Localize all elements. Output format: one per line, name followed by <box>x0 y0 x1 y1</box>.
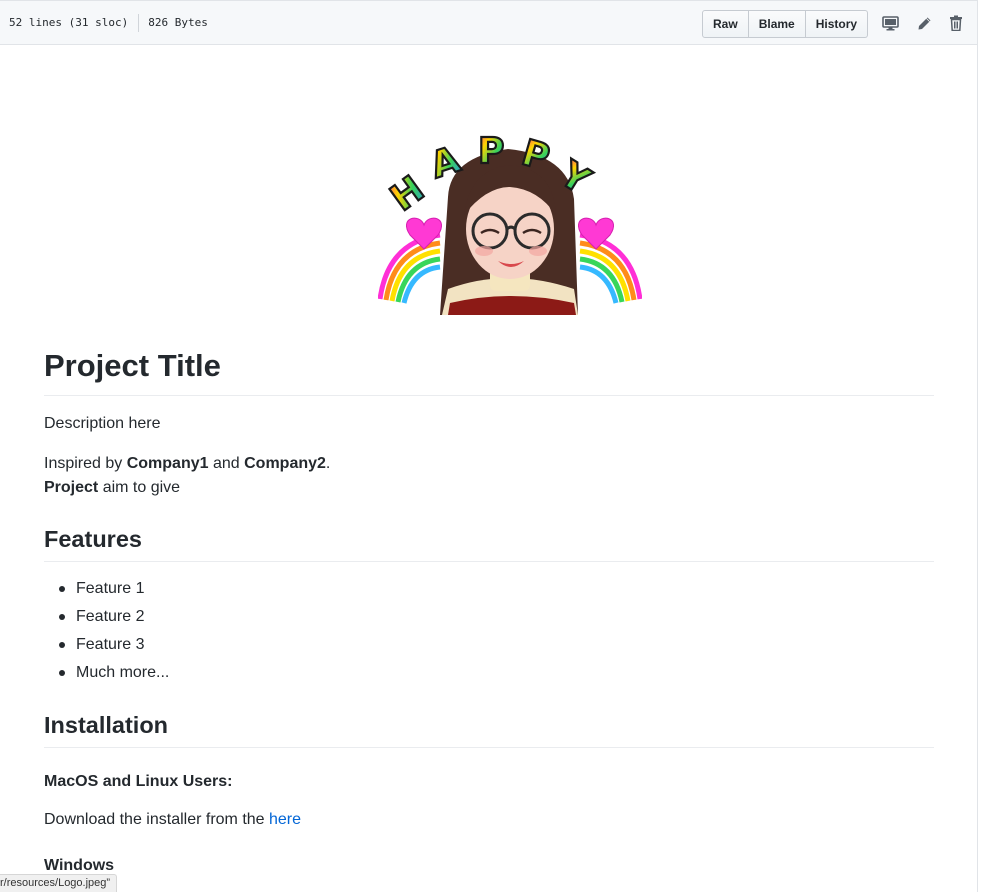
bullet-icon <box>59 614 65 620</box>
feature-label: Feature 3 <box>76 636 145 653</box>
blame-button[interactable]: Blame <box>748 10 806 38</box>
feature-label: Feature 2 <box>76 608 145 625</box>
history-button[interactable]: History <box>805 10 869 38</box>
file-actions: Raw Blame History <box>702 10 869 38</box>
divider <box>138 13 140 32</box>
download-prefix: Download the installer from the <box>44 811 269 828</box>
inspired-text: Inspired by Company1 and Company2. <box>44 452 330 476</box>
project-aim-text: Project aim to give <box>44 476 180 500</box>
svg-text:P: P <box>478 131 504 172</box>
download-text: Download the installer from the here <box>44 808 301 832</box>
macos-heading: MacOS and Linux Users: <box>44 773 233 790</box>
list-item: Feature 1 <box>44 577 169 605</box>
svg-text:H: H <box>383 169 431 220</box>
and-text: and <box>208 455 245 472</box>
readme-content: H A P P Y Project Title Description here… <box>0 45 978 892</box>
bullet-icon <box>59 586 65 592</box>
installation-heading: Installation <box>44 709 934 748</box>
feature-label: Feature 1 <box>76 580 145 597</box>
period-text: . <box>325 455 331 472</box>
list-item: Feature 2 <box>44 605 169 633</box>
pencil-icon[interactable] <box>915 14 933 32</box>
svg-text:A: A <box>426 139 465 187</box>
list-item: Much more... <box>44 661 169 689</box>
logo-image[interactable]: H A P P Y <box>377 117 643 315</box>
description-text: Description here <box>44 415 161 432</box>
file-header: 52 lines (31 sloc) 826 Bytes Raw Blame H… <box>0 0 978 45</box>
desktop-icon[interactable] <box>881 14 899 32</box>
company2-text: Company2 <box>244 455 326 472</box>
bullet-icon <box>59 670 65 676</box>
raw-button[interactable]: Raw <box>702 10 749 38</box>
features-list: Feature 1 Feature 2 Feature 3 Much more.… <box>44 577 169 689</box>
list-item: Feature 3 <box>44 633 169 661</box>
company1-text: Company1 <box>126 455 209 472</box>
file-size: 826 Bytes <box>148 16 208 29</box>
page-title: Project Title <box>44 345 934 396</box>
download-link[interactable]: here <box>269 811 301 828</box>
project-bold-text: Project <box>44 479 99 496</box>
trash-icon[interactable] <box>947 14 965 32</box>
project-rest-text: aim to give <box>98 479 181 496</box>
line-count: 52 lines (31 sloc) <box>9 16 129 29</box>
file-info: 52 lines (31 sloc) 826 Bytes <box>0 13 208 32</box>
inspired-prefix: Inspired by <box>44 455 127 472</box>
feature-label: Much more... <box>76 664 170 681</box>
status-bar-url: r/resources/Logo.jpeg” <box>0 874 118 892</box>
bullet-icon <box>59 642 65 648</box>
features-heading: Features <box>44 523 934 562</box>
